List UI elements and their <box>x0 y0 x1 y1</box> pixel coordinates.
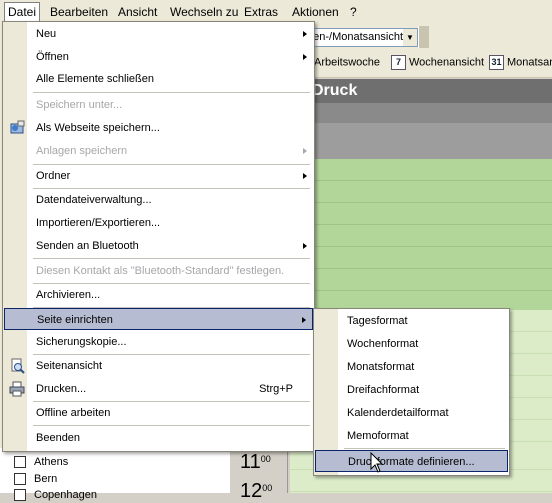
submenu-arrow-icon <box>303 148 307 154</box>
submenu-arrow-icon <box>303 243 307 249</box>
hour-label: 1100 <box>240 451 271 473</box>
menu-wechseln-zu[interactable]: Wechseln zu <box>170 5 238 19</box>
mouse-cursor-icon <box>370 452 384 473</box>
month-button[interactable]: 31 Monatsan <box>489 55 552 70</box>
menu-item-archivieren[interactable]: Archivieren... <box>4 284 313 306</box>
menu-item-beenden[interactable]: Beenden <box>4 427 313 449</box>
menu-item-anlagen-speichern: Anlagen speichern <box>4 140 313 162</box>
menu-item-ordner[interactable]: Ordner <box>4 165 313 187</box>
submenu-arrow-icon <box>303 173 307 179</box>
menu-item-datendateiverwaltung[interactable]: Datendateiverwaltung... <box>4 189 313 211</box>
page-setup-submenu: Tagesformat Wochenformat Monatsformat Dr… <box>313 308 510 476</box>
menu-item-seite-einrichten[interactable]: Seite einrichten <box>4 308 313 330</box>
checkbox[interactable] <box>14 456 26 469</box>
menu-separator <box>33 425 310 426</box>
checkbox[interactable] <box>14 473 26 486</box>
menu-item-monatsformat[interactable]: Monatsformat <box>315 356 508 378</box>
calendar-header-band <box>300 103 552 123</box>
menu-separator <box>344 448 505 449</box>
week-button[interactable]: 7 Wochenansicht <box>391 55 484 70</box>
calendar-list <box>0 448 230 493</box>
menu-item-seitenansicht[interactable]: Seitenansicht <box>4 355 313 377</box>
menu-item-kalenderdetailformat[interactable]: Kalenderdetailformat <box>315 402 508 424</box>
list-item[interactable]: Copenhagen <box>14 489 97 502</box>
menu-item-dreifachformat[interactable]: Dreifachformat <box>315 379 508 401</box>
menu-extras[interactable]: Extras <box>244 5 278 19</box>
menu-item-neu[interactable]: Neu <box>4 23 313 45</box>
menu-datei[interactable]: Datei <box>4 2 41 22</box>
submenu-arrow-icon <box>302 317 306 323</box>
menu-item-druckformate-definieren[interactable]: Druckformate definieren... <box>315 450 508 472</box>
menu-item-als-webseite[interactable]: Als Webseite speichern... <box>4 117 313 139</box>
list-item[interactable]: Athens <box>14 456 68 469</box>
menu-item-memoformat[interactable]: Memoformat <box>315 425 508 447</box>
menu-ansicht[interactable]: Ansicht <box>118 5 157 19</box>
calendar-title: Druck <box>300 79 552 103</box>
web-page-save-icon <box>10 120 25 134</box>
submenu-arrow-icon <box>303 54 307 60</box>
menu-item-tagesformat[interactable]: Tagesformat <box>315 310 508 332</box>
menu-separator <box>33 258 310 259</box>
menu-item-sicherungskopie[interactable]: Sicherungskopie... <box>4 331 313 353</box>
list-item[interactable]: Bern <box>14 473 57 486</box>
print-preview-icon <box>11 358 25 374</box>
submenu-arrow-icon <box>303 31 307 37</box>
chevron-down-icon[interactable]: ▼ <box>403 29 417 46</box>
calendar-week-icon: 7 <box>391 55 406 70</box>
view-combo-value: nen-/Monatsansicht <box>307 31 403 43</box>
workweek-button[interactable]: Arbeitswoche <box>304 55 380 70</box>
calendar-allday-band <box>300 123 552 159</box>
menu-item-bluetooth-standard: Diesen Kontakt als "Bluetooth-Standard" … <box>36 265 285 277</box>
printer-icon <box>9 381 25 397</box>
menu-item-offline[interactable]: Offline arbeiten <box>4 402 313 424</box>
menu-separator <box>33 92 310 93</box>
view-combo[interactable]: nen-/Monatsansicht ▼ <box>306 28 418 47</box>
menu-aktionen[interactable]: Aktionen <box>292 5 339 19</box>
menu-help[interactable]: ? <box>350 5 357 19</box>
toolbar-grip[interactable] <box>418 26 429 48</box>
hour-label: 1200 <box>240 480 273 502</box>
calendar-month-icon: 31 <box>489 55 504 70</box>
menu-item-drucken[interactable]: Drucken... Strg+P <box>4 378 313 400</box>
menu-item-wochenformat[interactable]: Wochenformat <box>315 333 508 355</box>
shortcut-text: Strg+P <box>259 383 293 395</box>
menu-item-bluetooth[interactable]: Senden an Bluetooth <box>4 235 313 257</box>
menu-item-alle-schliessen[interactable]: Alle Elemente schließen <box>4 68 313 90</box>
menu-item-oeffnen[interactable]: Öffnen <box>4 46 313 68</box>
checkbox[interactable] <box>14 489 26 502</box>
file-menu: Neu Öffnen Alle Elemente schließen Speic… <box>2 21 315 452</box>
menu-bearbeiten[interactable]: Bearbeiten <box>50 5 108 19</box>
menu-item-importieren[interactable]: Importieren/Exportieren... <box>4 212 313 234</box>
menu-item-speichern-unter: Speichern unter... <box>36 99 123 111</box>
